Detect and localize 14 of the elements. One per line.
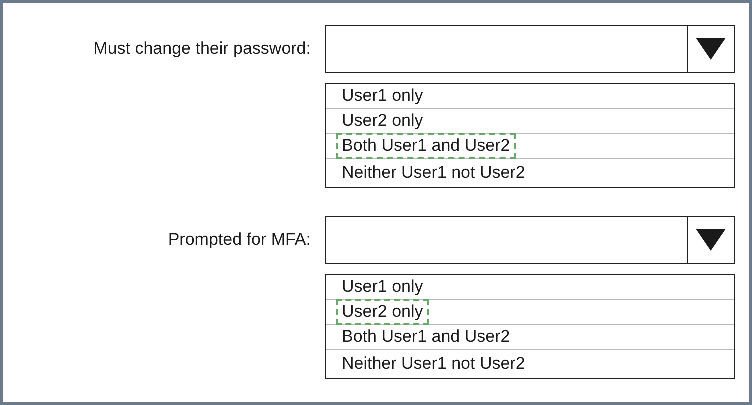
option-item[interactable]: User1 only [336,83,430,109]
option-item[interactable]: Neither User1 not User2 [336,351,532,377]
question-label: Prompted for MFA: [167,230,312,250]
dropdown-arrow-icon [696,229,726,251]
option-item[interactable]: User1 only [336,274,430,300]
option-item[interactable]: Both User1 and User2 [336,133,516,159]
option-item[interactable]: User2 only [336,108,430,134]
option-item[interactable]: Neither User1 not User2 [336,160,532,186]
dropdown-arrow-icon [696,38,726,60]
option-item[interactable]: Both User1 and User2 [336,324,516,350]
answer-dropdown[interactable] [325,25,735,73]
option-item[interactable]: User2 only [336,299,430,325]
question-label: Must change their password: [92,39,312,59]
answer-dropdown[interactable] [325,216,735,264]
